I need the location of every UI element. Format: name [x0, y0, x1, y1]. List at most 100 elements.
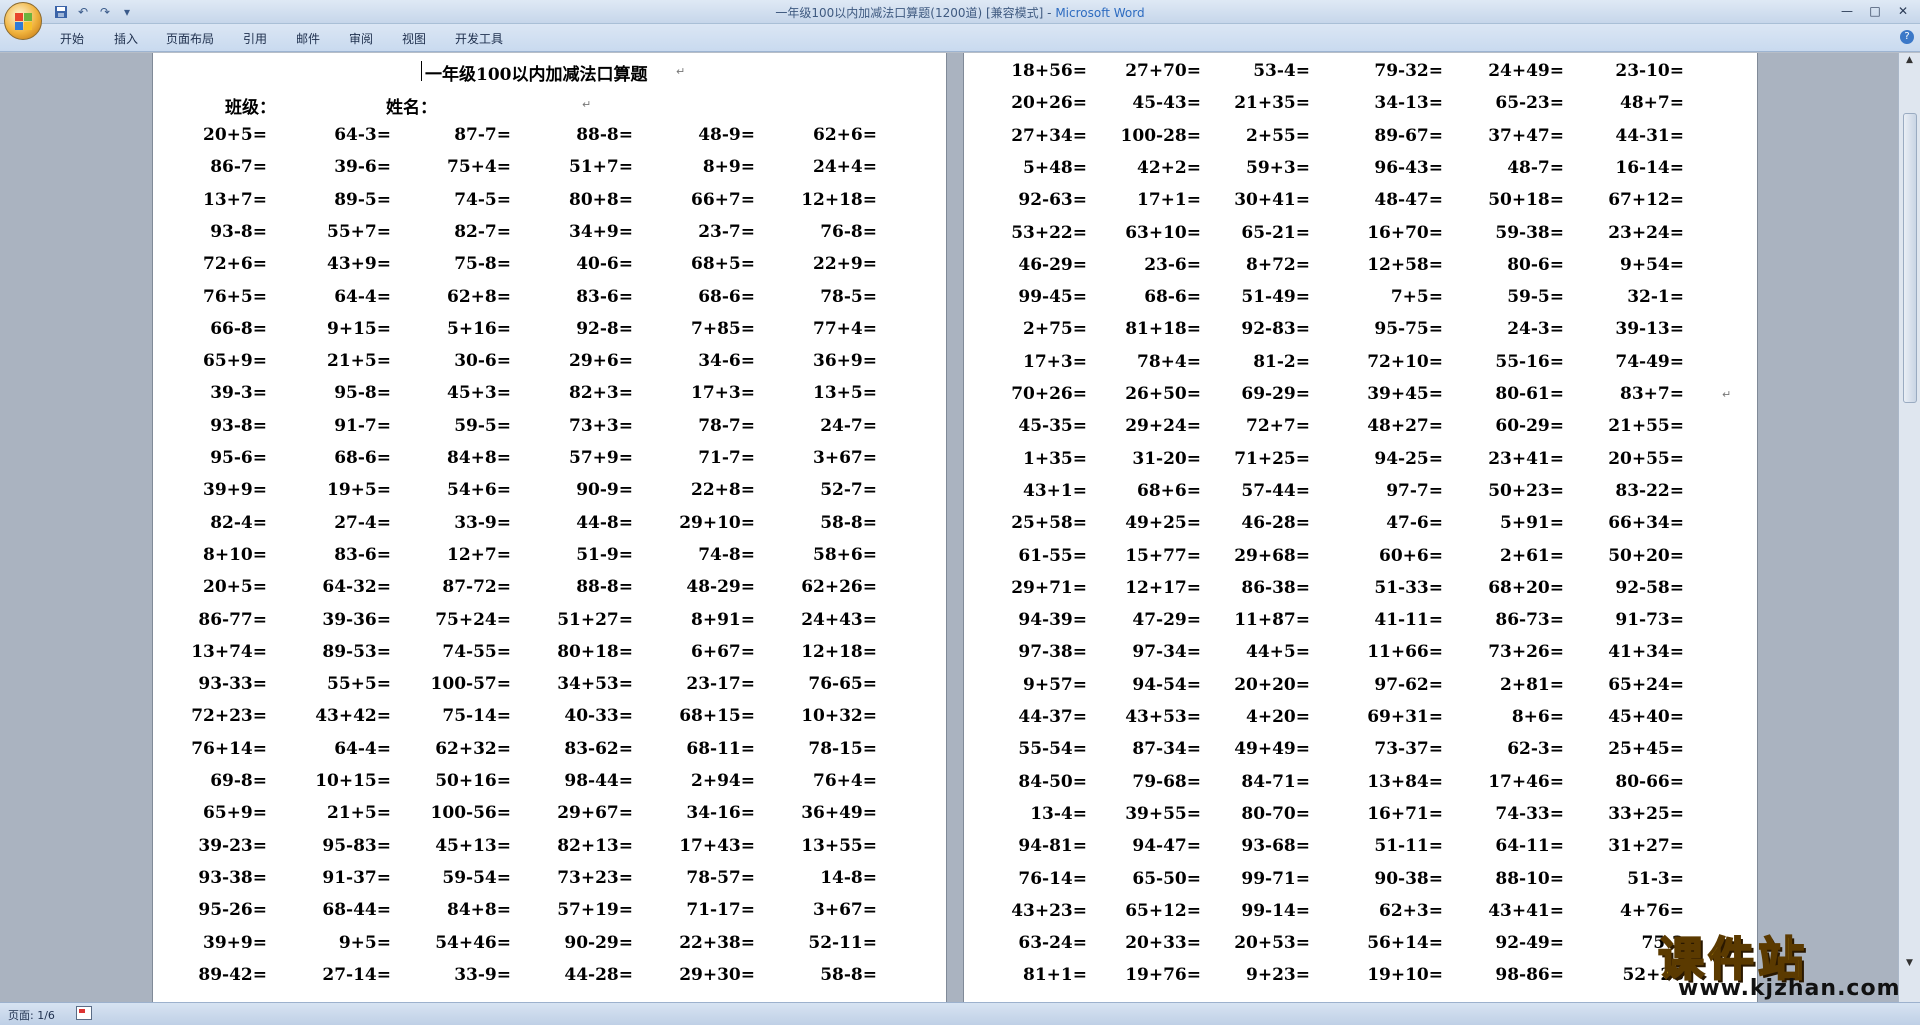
problem-cell: 83-6= — [334, 544, 391, 565]
problem-cell: 20+20= — [1234, 674, 1310, 695]
office-button[interactable] — [4, 2, 42, 40]
problem-cell: 96-43= — [1374, 157, 1443, 178]
problem-cell: 62+8= — [447, 286, 511, 307]
problem-cell: 86-73= — [1495, 610, 1564, 631]
watermark-logo: 课件站 www.kjzhan.com — [1650, 923, 1902, 1003]
problem-cell: 92-58= — [1615, 577, 1684, 598]
problem-cell: 50+16= — [435, 771, 511, 791]
paragraph-mark: ↵ — [582, 98, 592, 111]
problem-cell: 58-8= — [820, 512, 877, 533]
tab-view[interactable]: 视图 — [402, 30, 426, 47]
problem-cell: 58+6= — [813, 544, 877, 565]
problem-cell: 1+35= — [1023, 448, 1087, 469]
proofing-icon[interactable] — [76, 1006, 92, 1020]
problem-cell: 76+4= — [813, 771, 877, 791]
problem-cell: 51+7= — [569, 157, 633, 178]
problem-cell: 93-8= — [210, 415, 267, 436]
problem-cell: 2+81= — [1500, 674, 1564, 695]
problem-cell: 29+30= — [679, 964, 755, 985]
tab-references[interactable]: 引用 — [243, 30, 267, 47]
problem-cell: 80-66= — [1615, 771, 1684, 792]
vertical-scrollbar[interactable]: ▲ ▼ — [1898, 53, 1920, 1002]
problem-cell: 20+53= — [1234, 933, 1310, 954]
problem-cell: 45+13= — [435, 835, 511, 856]
problem-cell: 64-4= — [334, 738, 391, 759]
problem-cell: 78-15= — [808, 738, 877, 759]
problem-cell: 89-42= — [198, 964, 267, 985]
problem-cell: 55-16= — [1495, 351, 1564, 372]
problem-cell: 57-44= — [1241, 480, 1310, 501]
problem-cell: 62+3= — [1379, 900, 1443, 921]
problem-cell: 13+5= — [813, 383, 877, 404]
ribbon-tabs: 开始 插入 页面布局 引用 邮件 审阅 视图 开发工具 ? — [0, 24, 1920, 52]
problem-cell: 46-29= — [1018, 254, 1087, 275]
problem-cell: 19+10= — [1367, 965, 1443, 986]
scrollbar-thumb[interactable] — [1903, 113, 1917, 403]
problem-cell: 68-6= — [334, 448, 391, 468]
tab-home[interactable]: 开始 — [60, 30, 84, 47]
tab-insert[interactable]: 插入 — [114, 30, 138, 47]
problem-cell: 95-26= — [198, 900, 267, 921]
page-indicator[interactable]: 页面: 1/6 — [8, 1007, 55, 1023]
tab-page-layout[interactable]: 页面布局 — [166, 30, 214, 47]
problem-cell: 74-5= — [454, 189, 511, 210]
tab-mailings[interactable]: 邮件 — [296, 30, 320, 47]
problem-cell: 89-67= — [1374, 125, 1443, 146]
problem-cell: 39+9= — [203, 480, 267, 501]
maximize-button[interactable]: □ — [1862, 2, 1888, 20]
problem-cell: 17+3= — [691, 383, 755, 404]
problem-cell: 65+12= — [1125, 900, 1201, 921]
tab-review[interactable]: 审阅 — [349, 30, 373, 47]
document-workspace: 一年级100以内加减法口算题 ↵ 班级： 姓名： ↵ 20+5= 64-3= 87-… — [0, 53, 1898, 1002]
problem-cell: 95-83= — [322, 835, 391, 856]
problem-cell: 52-11= — [808, 932, 877, 953]
problem-cell: 79-68= — [1132, 771, 1201, 792]
problem-cell: 36+49= — [801, 803, 877, 824]
close-button[interactable]: ✕ — [1890, 2, 1916, 20]
tab-developer[interactable]: 开发工具 — [455, 30, 503, 47]
problem-cell: 45+40= — [1608, 707, 1684, 727]
problem-cell: 56+14= — [1367, 933, 1443, 954]
problem-cell: 44-28= — [564, 964, 633, 985]
problem-cell: 82+3= — [569, 383, 633, 404]
problem-cell: 13+55= — [801, 835, 877, 856]
problem-cell: 29+10= — [679, 512, 755, 533]
problem-cell: 16-14= — [1615, 157, 1684, 178]
problem-cell: 72+23= — [191, 706, 267, 727]
problem-cell: 65-50= — [1132, 868, 1201, 889]
problem-cell: 75+4= — [447, 157, 511, 178]
document-page-1[interactable]: 一年级100以内加减法口算题 ↵ 班级： 姓名： ↵ 20+5= 64-3= 87-… — [152, 53, 947, 1002]
problem-cell: 44-8= — [576, 512, 633, 533]
problem-cell: 31-20= — [1132, 448, 1201, 469]
problem-cell: 2+55= — [1246, 125, 1310, 146]
problem-cell: 40-33= — [564, 706, 633, 727]
problem-cell: 11+66= — [1367, 642, 1443, 663]
problem-cell: 12+58= — [1367, 254, 1443, 275]
problem-cell: 24+43= — [801, 609, 877, 630]
problem-cell: 9+23= — [1246, 965, 1310, 986]
problem-cell: 13+7= — [203, 189, 267, 210]
document-page-2[interactable]: 18+56= 27+70= 53-4= 79-32= 24+49= 23-10= 20+26… — [963, 53, 1758, 1002]
problem-cell: 29+71= — [1011, 577, 1087, 598]
problem-cell: 44+5= — [1246, 642, 1310, 663]
problem-cell: 36+9= — [813, 351, 877, 372]
problem-cell: 53+22= — [1011, 222, 1087, 243]
problem-cell: 50+23= — [1488, 480, 1564, 501]
problem-cell: 48+7= — [1620, 93, 1684, 114]
problem-cell: 63-24= — [1018, 933, 1087, 954]
minimize-button[interactable]: — — [1834, 2, 1860, 20]
problem-cell: 48-29= — [686, 577, 755, 598]
window-title: 一年级100以内加减法口算题(1200道) [兼容模式] - Microsoft… — [0, 4, 1920, 21]
problem-cell: 34-13= — [1374, 93, 1443, 114]
problem-cell: 27+70= — [1125, 61, 1201, 81]
problem-cell: 81+1= — [1023, 965, 1087, 986]
scroll-down-icon[interactable]: ▼ — [1902, 958, 1917, 972]
problem-cell: 30-6= — [454, 351, 511, 372]
help-icon[interactable]: ? — [1900, 30, 1914, 44]
problem-cell: 13+74= — [191, 641, 267, 662]
problem-cell: 26+50= — [1125, 384, 1201, 404]
problem-cell: 59-5= — [454, 415, 511, 436]
problem-cell: 8+91= — [691, 609, 755, 630]
problem-cell: 92-8= — [576, 318, 633, 339]
scroll-up-icon[interactable]: ▲ — [1902, 55, 1917, 69]
